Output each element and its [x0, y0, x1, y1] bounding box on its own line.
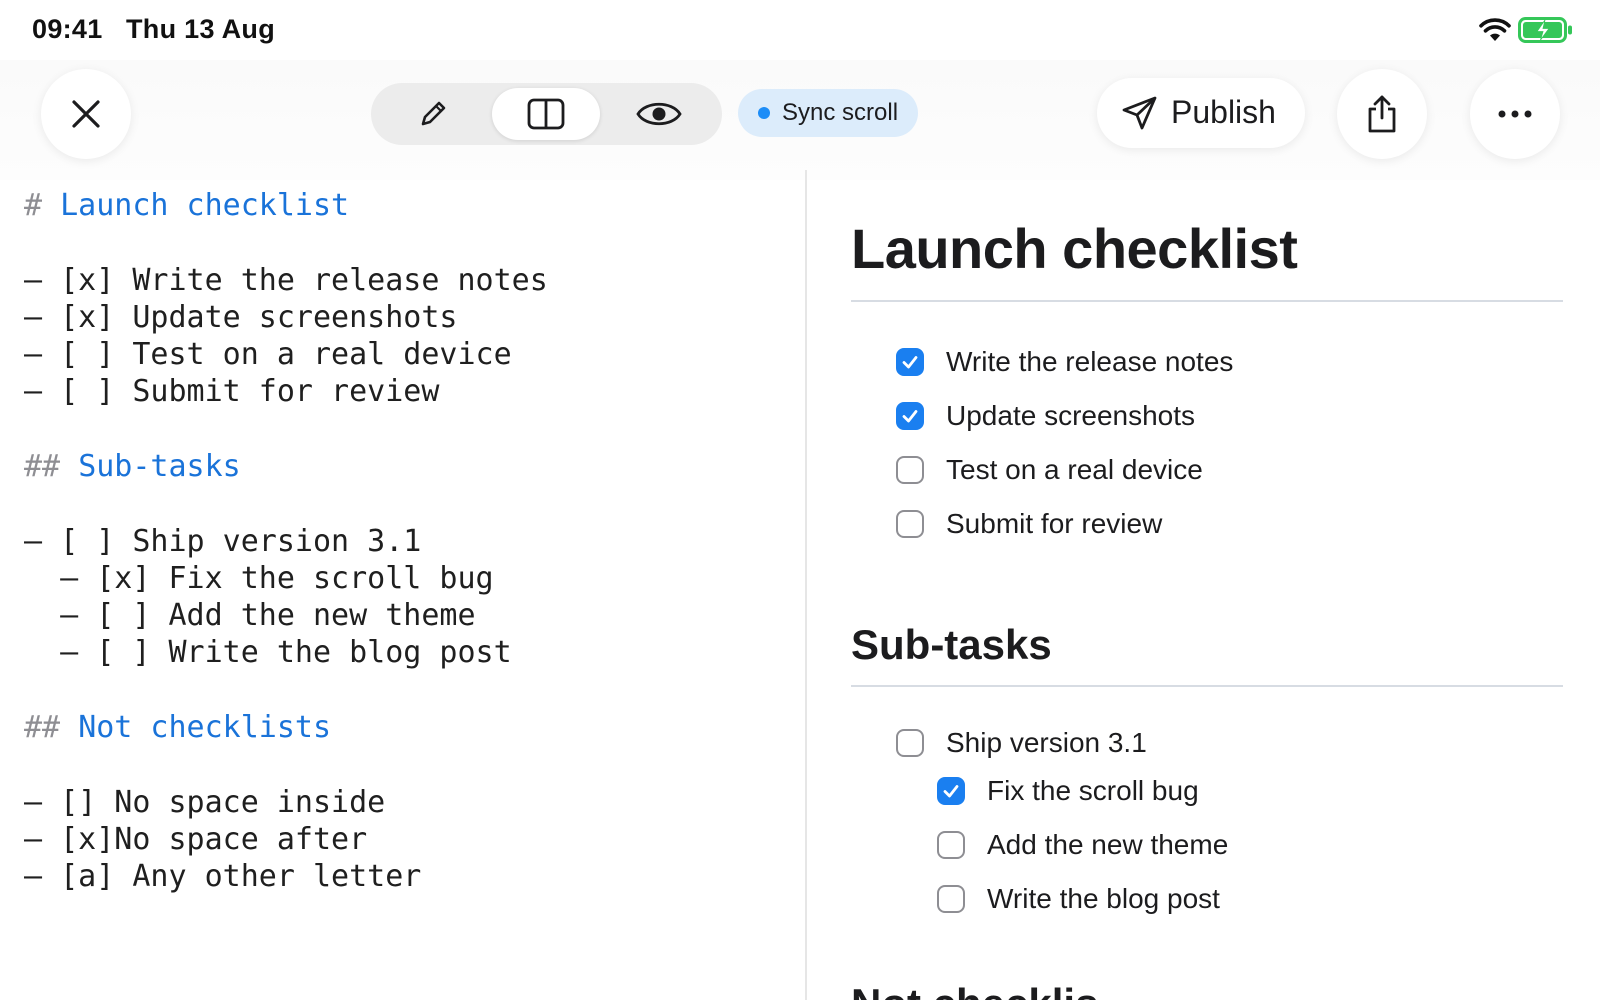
preview-title: Launch checklist — [851, 217, 1298, 280]
publish-label: Publish — [1171, 94, 1276, 130]
task-item[interactable]: Write the release notes — [896, 342, 1233, 382]
checkbox[interactable] — [896, 510, 924, 538]
task-label: Test on a real device — [946, 454, 1203, 485]
task-item[interactable]: Add the new theme — [937, 825, 1228, 865]
checkbox[interactable] — [896, 402, 924, 430]
heading-text: Sub-tasks — [78, 449, 241, 484]
status-time: 09:41 — [32, 14, 103, 44]
editor-line: – [ ] Add the new theme — [24, 598, 476, 633]
checkmark-icon — [902, 410, 918, 423]
editor-line: – [x]No space after — [24, 822, 368, 857]
sync-scroll-label: Sync scroll — [782, 99, 899, 126]
preview-mode-button[interactable] — [605, 88, 713, 140]
more-button[interactable] — [1470, 69, 1560, 159]
next-section-heading: Not checklis — [851, 980, 1098, 1000]
close-icon — [72, 100, 100, 128]
pane-divider[interactable] — [805, 170, 807, 1000]
editor-line: ## Sub-tasks — [24, 447, 241, 487]
checkbox[interactable] — [937, 831, 965, 859]
send-icon — [1122, 96, 1157, 130]
status-bar: 09:41 Thu 13 Aug — [0, 0, 1600, 60]
checkmark-icon — [943, 785, 959, 798]
markdown-editor[interactable]: # Launch checklist – [x] Write the relea… — [24, 180, 794, 1000]
heading-rule — [851, 685, 1563, 687]
task-label: Write the release notes — [946, 346, 1234, 377]
task-label: Update screenshots — [946, 400, 1196, 431]
pencil-icon — [421, 101, 446, 126]
editor-line: – [] No space inside — [24, 785, 386, 820]
checkbox[interactable] — [937, 885, 965, 913]
task-item[interactable]: Submit for review — [896, 504, 1162, 544]
view-mode-segmented-control — [371, 83, 722, 145]
toolbar: Sync scroll Publish — [0, 60, 1600, 180]
editor-line: # Launch checklist — [24, 186, 349, 226]
split-view-icon — [527, 98, 565, 130]
close-button[interactable] — [41, 69, 131, 159]
heading-marker: ## — [24, 449, 61, 484]
editor-line: – [ ] Test on a real device — [24, 337, 512, 372]
task-label: Add the new theme — [987, 829, 1229, 860]
split-mode-button[interactable] — [492, 88, 600, 140]
task-label: Submit for review — [946, 508, 1163, 539]
checkbox[interactable] — [896, 348, 924, 376]
heading-marker: # — [24, 188, 43, 223]
editor-line: ## Not checklists — [24, 708, 331, 748]
checkbox[interactable] — [896, 456, 924, 484]
editor-line: – [ ] Ship version 3.1 — [24, 524, 422, 559]
task-item[interactable]: Ship version 3.1 — [896, 723, 1147, 763]
heading-text: Not checklists — [78, 710, 332, 745]
heading-rule — [851, 300, 1563, 302]
checkbox[interactable] — [896, 729, 924, 757]
more-icon — [1498, 110, 1532, 118]
battery-charging-icon — [1518, 17, 1572, 43]
task-item[interactable]: Test on a real device — [896, 450, 1203, 490]
eye-icon — [636, 102, 682, 126]
task-label: Write the blog post — [987, 883, 1220, 914]
editor-line: – [x] Update screenshots — [24, 300, 458, 335]
editor-line: – [a] Any other letter — [24, 859, 422, 894]
subtasks-heading: Sub-tasks — [851, 621, 1052, 668]
heading-text: Launch checklist — [60, 188, 350, 223]
share-button[interactable] — [1337, 69, 1427, 159]
task-label: Fix the scroll bug — [987, 775, 1199, 806]
sync-scroll-toggle[interactable]: Sync scroll — [738, 89, 919, 137]
share-icon — [1368, 95, 1396, 133]
checkbox[interactable] — [937, 777, 965, 805]
wifi-icon — [1479, 18, 1511, 41]
heading-marker: ## — [24, 710, 61, 745]
publish-button[interactable]: Publish — [1097, 78, 1305, 148]
edit-mode-button[interactable] — [379, 88, 487, 140]
sync-status-dot — [758, 107, 770, 119]
task-item[interactable]: Update screenshots — [896, 396, 1195, 436]
editor-line: – [x] Fix the scroll bug — [24, 561, 494, 596]
task-item[interactable]: Write the blog post — [937, 879, 1220, 919]
task-label: Ship version 3.1 — [946, 727, 1147, 758]
checkmark-icon — [902, 356, 918, 369]
task-item[interactable]: Fix the scroll bug — [937, 771, 1199, 811]
rendered-preview: Launch checklist Write the release notes… — [851, 180, 1563, 1000]
status-date: Thu 13 Aug — [126, 14, 275, 44]
editor-line: – [x] Write the release notes — [24, 263, 548, 298]
editor-line: – [ ] Submit for review — [24, 374, 440, 409]
editor-line: – [ ] Write the blog post — [24, 635, 512, 670]
